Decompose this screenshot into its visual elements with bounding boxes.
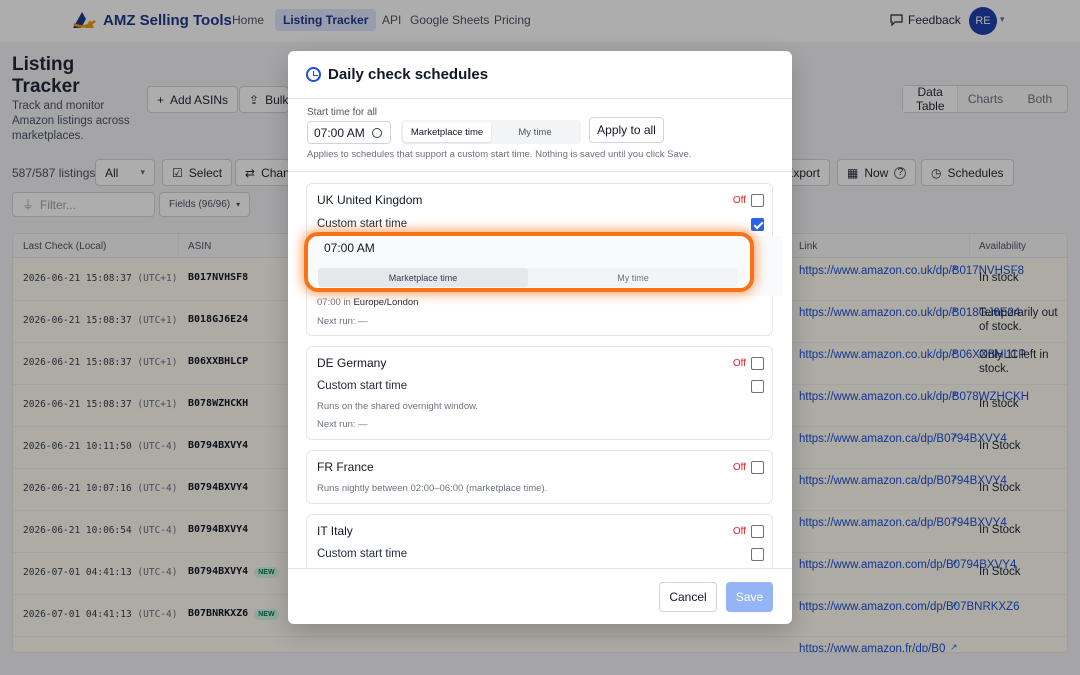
schedules-dialog: Daily check schedules Start time for all… — [288, 51, 792, 624]
cancel-button[interactable]: Cancel — [659, 582, 717, 612]
timezone-toggle: Marketplace time My time — [401, 120, 581, 144]
status-badge: Off — [732, 462, 746, 473]
dialog-title: Daily check schedules — [328, 66, 489, 83]
schedule-card-it: IT Italy Off Custom start time — [306, 514, 773, 568]
marketplace-name: UK United Kingdom — [317, 193, 423, 207]
status-badge: Off — [732, 526, 746, 537]
apply-to-all-button[interactable]: Apply to all — [589, 117, 664, 143]
marketplace-name: IT Italy — [317, 524, 353, 538]
enable-checkbox[interactable] — [751, 461, 764, 474]
schedule-card-fr: FR France Off Runs nightly between 02:00… — [306, 450, 773, 504]
custom-start-label: Custom start time — [317, 380, 408, 392]
start-time-input[interactable]: 07:00 AM — [307, 121, 391, 144]
focus-highlight — [304, 232, 754, 292]
custom-start-checkbox[interactable] — [751, 548, 764, 561]
schedule-note: Runs nightly between 02:00–06:00 (market… — [317, 483, 548, 494]
clock-icon — [306, 67, 321, 82]
enable-checkbox[interactable] — [751, 357, 764, 370]
marketplace-name: FR France — [317, 460, 374, 474]
start-time-label: Start time for all — [307, 107, 378, 118]
schedule-card-de: DE Germany Off Custom start time Runs on… — [306, 346, 773, 440]
divider — [288, 98, 792, 99]
schedule-list[interactable]: UK United Kingdom Off Custom start time … — [288, 171, 792, 569]
marketplace-name: DE Germany — [317, 356, 387, 370]
start-time-value: 07:00 AM — [314, 125, 365, 140]
custom-start-checkbox[interactable] — [751, 218, 764, 231]
local-time-note: 07:00 in Europe/London — [317, 297, 419, 308]
custom-start-label: Custom start time — [317, 548, 408, 560]
schedule-note: Runs on the shared overnight window. — [317, 401, 479, 412]
clock-icon[interactable] — [372, 128, 382, 138]
status-badge: Off — [732, 195, 746, 206]
next-run: Next run: — — [317, 419, 368, 430]
enable-checkbox[interactable] — [751, 525, 764, 538]
status-badge: Off — [732, 358, 746, 369]
helper-text: Applies to schedules that support a cust… — [307, 149, 692, 160]
next-run: Next run: — — [317, 316, 368, 327]
custom-start-checkbox[interactable] — [751, 380, 764, 393]
custom-start-label: Custom start time — [317, 218, 408, 230]
tz-marketplace-time[interactable]: Marketplace time — [403, 122, 491, 142]
enable-checkbox[interactable] — [751, 194, 764, 207]
save-button[interactable]: Save — [726, 582, 773, 612]
tz-my-time[interactable]: My time — [491, 122, 579, 142]
